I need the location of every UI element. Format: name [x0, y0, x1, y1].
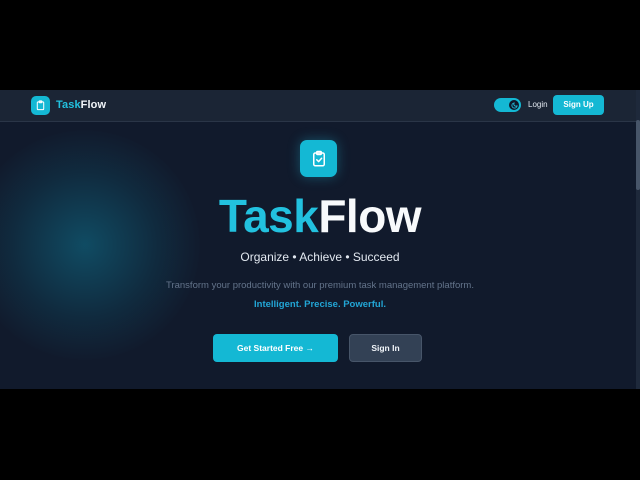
hero-logo — [300, 140, 337, 177]
hero-highlight: Intelligent. Precise. Powerful. — [254, 299, 386, 310]
scrollbar-thumb[interactable] — [636, 120, 640, 190]
hero-title-part2: Flow — [318, 190, 422, 242]
app-frame: TaskFlow Login Sign Up TaskFlow Organize… — [0, 90, 640, 389]
brand-name-part1: Task — [56, 99, 81, 111]
hero-title: TaskFlow — [0, 190, 640, 242]
moon-icon — [510, 101, 518, 109]
hero-description: Transform your productivity with our pre… — [166, 280, 474, 291]
login-link[interactable]: Login — [528, 100, 548, 110]
background-glow — [0, 130, 200, 360]
theme-toggle[interactable] — [494, 98, 521, 112]
clipboard-icon — [36, 100, 45, 111]
brand-name[interactable]: TaskFlow — [56, 98, 106, 112]
clipboard-check-icon — [312, 150, 325, 166]
top-navbar: TaskFlow Login Sign Up — [0, 90, 636, 122]
toggle-knob — [509, 100, 519, 110]
hero-title-part1: Task — [218, 190, 319, 242]
signup-button[interactable]: Sign Up — [553, 95, 604, 115]
get-started-button[interactable]: Get Started Free → — [213, 334, 338, 362]
sign-in-button[interactable]: Sign In — [349, 334, 422, 362]
hero-tagline: Organize • Achieve • Succeed — [240, 250, 400, 264]
brand-name-part2: Flow — [80, 99, 107, 111]
brand-logo[interactable] — [31, 96, 50, 115]
